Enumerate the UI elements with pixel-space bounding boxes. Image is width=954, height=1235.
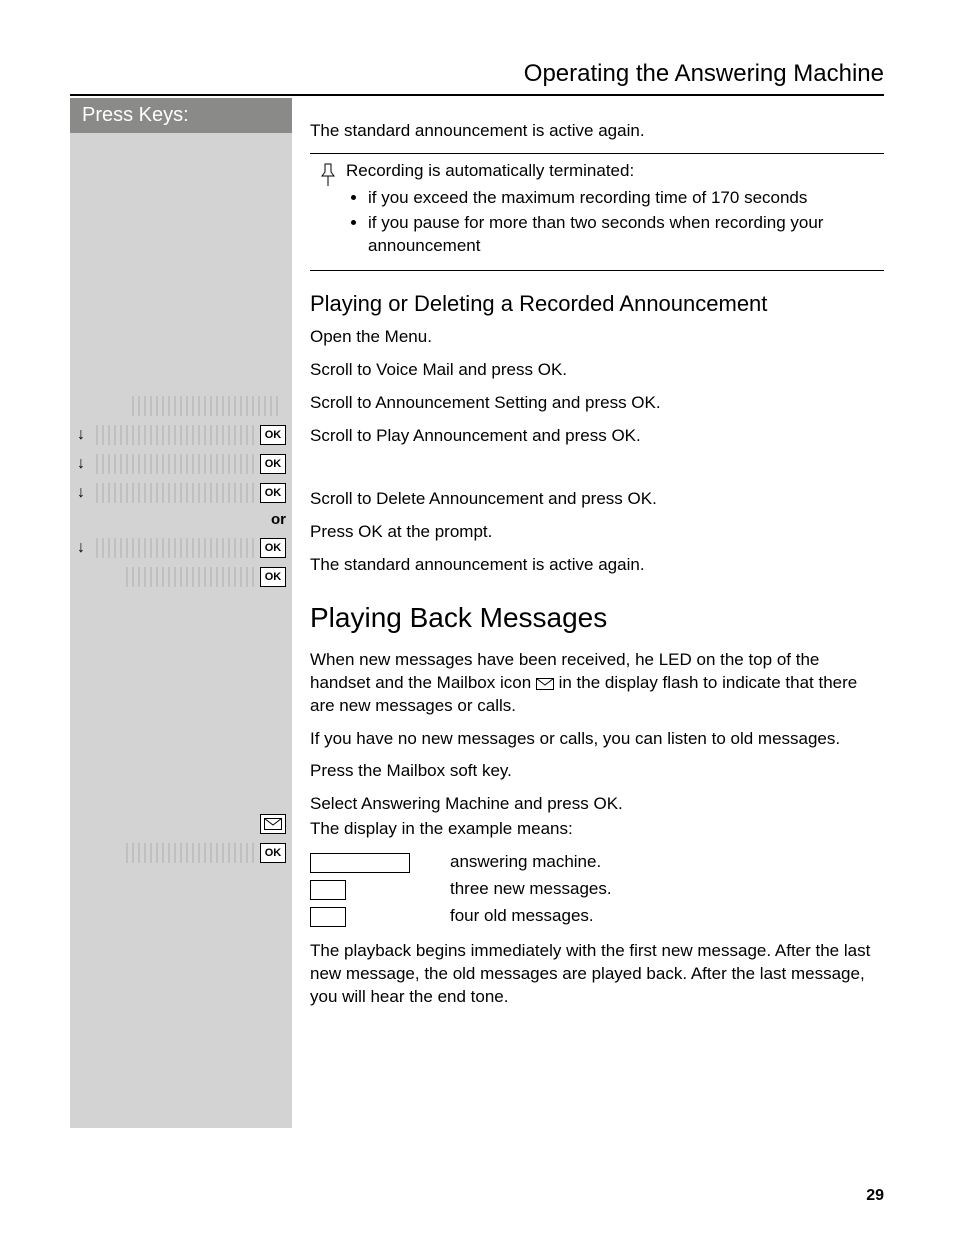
step-active-again: The standard announcement is active agai… (310, 554, 884, 577)
note-box: Recording is automatically terminated: i… (310, 153, 884, 271)
playback-p5: The playback begins immediately with the… (310, 940, 884, 1009)
menu-field (132, 396, 282, 416)
key-row-delete-announcement: ↓ OK (70, 533, 292, 562)
legend-text-1: answering machine. (450, 851, 601, 874)
sidebar: Press Keys: ↓ OK ↓ OK ↓ (70, 98, 292, 1128)
or-label: or (70, 507, 292, 533)
ok-key: OK (260, 454, 286, 474)
page-number: 29 (866, 1187, 884, 1205)
subheading-play-delete: Playing or Deleting a Recorded Announcem… (310, 289, 884, 319)
heading-playing-back: Playing Back Messages (310, 599, 884, 637)
down-arrow-icon: ↓ (70, 425, 92, 445)
playback-p3: Press the Mailbox soft key. (310, 760, 884, 783)
note-bullet-1: if you exceed the maximum recording time… (368, 187, 884, 210)
playback-p4a: Select Answering Machine and press OK. (310, 793, 884, 816)
key-row-play-announcement: ↓ OK (70, 478, 292, 507)
step-play-announcement: Scroll to Play Announcement and press OK… (310, 425, 884, 448)
key-row-menu (70, 391, 292, 420)
prompt-field (126, 567, 256, 587)
play-announcement-field (96, 483, 256, 503)
content-column: The standard announcement is active agai… (292, 98, 884, 1128)
key-row-mailbox (70, 809, 292, 838)
legend-text-2: three new messages. (450, 878, 612, 901)
mailbox-icon (260, 814, 286, 834)
key-row-prompt-ok: OK (70, 562, 292, 591)
down-arrow-icon: ↓ (70, 483, 92, 503)
playback-p1: When new messages have been received, he… (310, 649, 884, 718)
pin-icon (310, 160, 346, 260)
header-rule (70, 94, 884, 96)
playback-p4b: The display in the example means: (310, 818, 884, 841)
down-arrow-icon: ↓ (70, 538, 92, 558)
ok-key: OK (260, 538, 286, 558)
step-open-menu: Open the Menu. (310, 326, 884, 349)
ok-key: OK (260, 843, 286, 863)
mailbox-icon (536, 678, 554, 690)
step-voicemail: Scroll to Voice Mail and press OK. (310, 359, 884, 382)
playback-p2: If you have no new messages or calls, yo… (310, 728, 884, 751)
note-bullet-2: if you pause for more than two seconds w… (368, 212, 884, 258)
key-row-announcement-setting: ↓ OK (70, 449, 292, 478)
announcement-setting-field (96, 454, 256, 474)
step-prompt-ok: Press OK at the prompt. (310, 521, 884, 544)
spacer (310, 458, 884, 478)
legend-box-new (310, 880, 346, 900)
legend-text-3: four old messages. (450, 905, 594, 928)
delete-announcement-field (96, 538, 256, 558)
intro-text: The standard announcement is active agai… (310, 120, 884, 143)
page-header: Operating the Answering Machine (70, 60, 884, 88)
ok-key: OK (260, 567, 286, 587)
key-row-answering-machine: OK (70, 838, 292, 867)
legend-row-3: four old messages. (310, 905, 884, 928)
step-announcement-setting: Scroll to Announcement Setting and press… (310, 392, 884, 415)
answering-machine-field (126, 843, 256, 863)
step-delete-announcement: Scroll to Delete Announcement and press … (310, 488, 884, 511)
ok-key: OK (260, 483, 286, 503)
note-lead: Recording is automatically terminated: (346, 160, 884, 183)
ok-key: OK (260, 425, 286, 445)
legend-row-2: three new messages. (310, 878, 884, 901)
key-row-voicemail: ↓ OK (70, 420, 292, 449)
legend-box-answering-machine (310, 853, 410, 873)
voicemail-field (96, 425, 256, 445)
legend-row-1: answering machine. (310, 851, 884, 874)
sidebar-title: Press Keys: (70, 98, 292, 133)
legend-box-old (310, 907, 346, 927)
down-arrow-icon: ↓ (70, 454, 92, 474)
